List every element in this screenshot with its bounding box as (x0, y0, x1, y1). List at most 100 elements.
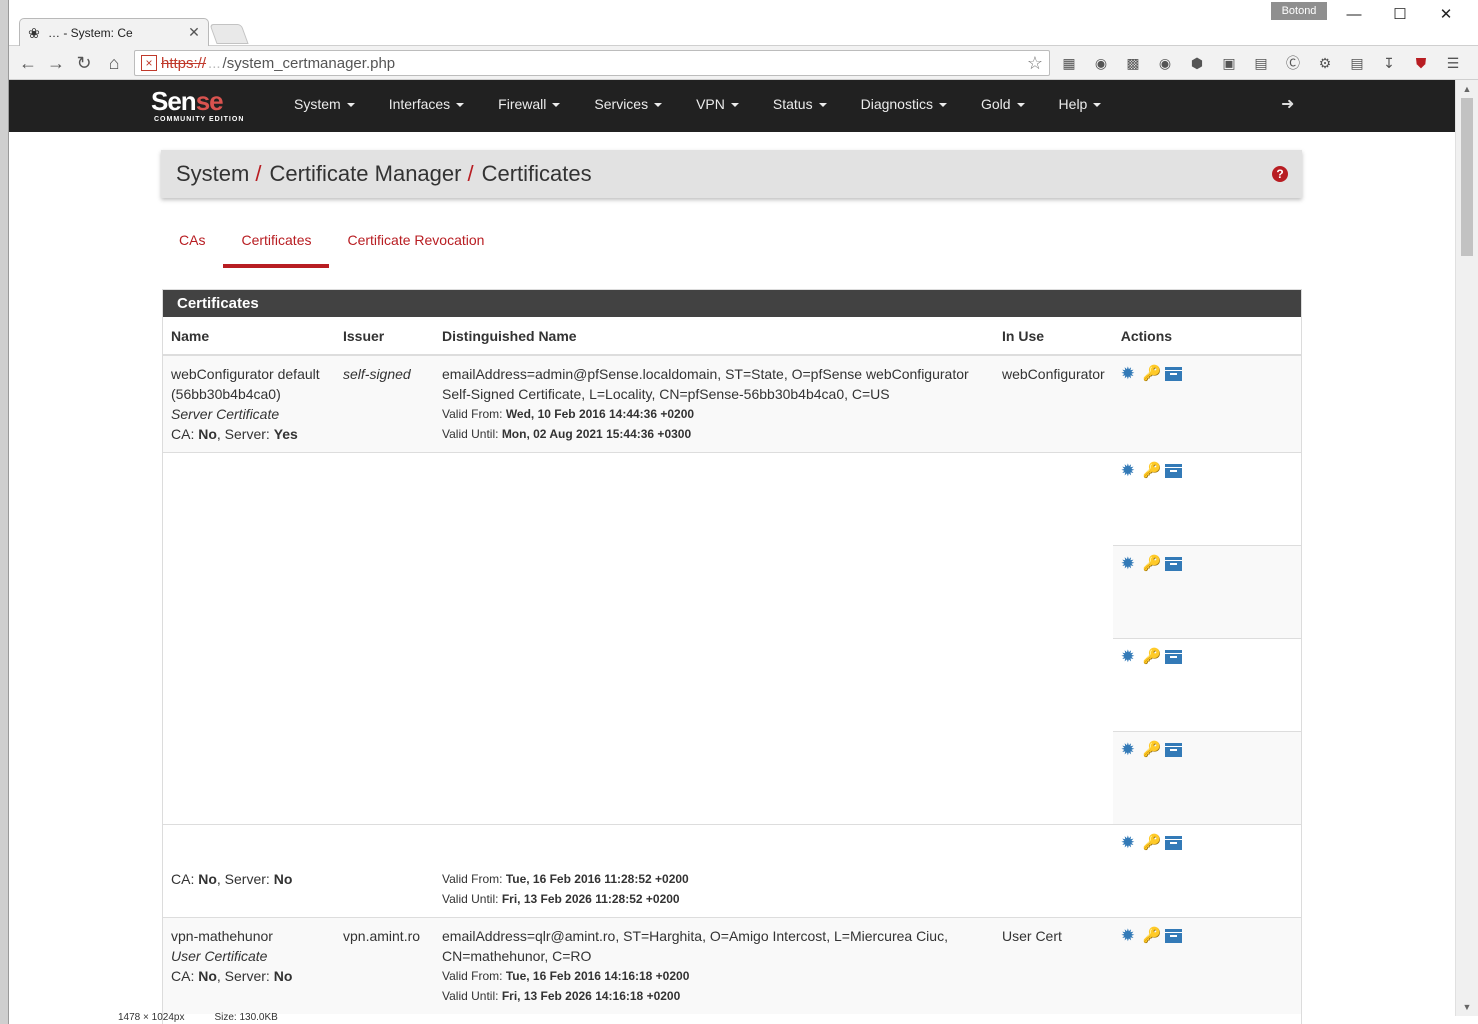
nav-services-label: Services (594, 96, 649, 112)
export-key-icon[interactable]: 🔑 (1143, 928, 1162, 944)
nav-firewall[interactable]: Firewall (483, 80, 579, 132)
settings-extension-icon[interactable]: ⚙ (1315, 53, 1335, 73)
cell-blank (163, 732, 1113, 825)
css-extension-icon[interactable]: ▤ (1251, 53, 1271, 73)
reload-icon[interactable]: ↻ (71, 50, 97, 76)
certificates-table: Name Issuer Distinguished Name In Use Ac… (163, 317, 1301, 1014)
breadcrumb: System / Certificate Manager / Certifica… (161, 150, 1302, 198)
valid-from: Valid From: Tue, 16 Feb 2016 11:28:52 +0… (442, 869, 986, 889)
tab-certificates[interactable]: Certificates (223, 224, 330, 268)
export-cert-gear-icon[interactable]: ✹ (1121, 927, 1137, 944)
forward-arrow-icon[interactable]: → (43, 50, 69, 76)
nav-system[interactable]: System (279, 80, 374, 132)
scrollbar-thumb[interactable] (1461, 98, 1473, 256)
nav-vpn[interactable]: VPN (681, 80, 758, 132)
nav-interfaces-label: Interfaces (388, 96, 451, 112)
page-scrollbar[interactable]: ▲ ▼ (1455, 80, 1478, 1016)
export-key-icon[interactable]: 🔑 (1143, 649, 1162, 665)
export-cert-gear-icon[interactable]: ✹ (1121, 365, 1137, 382)
valid-from-value: Tue, 16 Feb 2016 14:16:18 +0200 (505, 969, 690, 983)
browser-window: ❀ … - System: Ce ✕ Botond — ☐ ✕ ← → ↻ ⌂ … (8, 0, 1478, 1024)
nav-interfaces[interactable]: Interfaces (374, 80, 483, 132)
cert-flags: CA: No, Server: Yes (171, 424, 327, 444)
cert-flags: CA: No, Server: No (171, 966, 327, 986)
breadcrumb-certificate-manager[interactable]: Certificate Manager (269, 161, 461, 187)
cell-issuer: vpn.amint.ro (335, 917, 434, 1014)
nav-diagnostics[interactable]: Diagnostics (846, 80, 966, 132)
cell-actions: ✹ 🔑 (1112, 452, 1301, 546)
translate-extension-icon[interactable]: ▩ (1123, 53, 1143, 73)
window-extension-icon[interactable]: ▣ (1219, 53, 1239, 73)
caret-down-icon (1016, 103, 1025, 108)
valid-until-label: Valid Until: (442, 427, 499, 441)
ca-value: No (198, 426, 217, 442)
nav-menu: System Interfaces Firewall Services VPN … (279, 80, 1120, 132)
col-name: Name (163, 317, 335, 356)
incognito-extension-icon[interactable]: ◉ (1091, 53, 1111, 73)
close-window-button[interactable]: ✕ (1423, 4, 1469, 26)
cell-actions: ✹ 🔑 (1112, 545, 1301, 639)
export-cert-gear-icon[interactable]: ✹ (1121, 648, 1137, 665)
tab-certificate-revocation[interactable]: Certificate Revocation (329, 224, 502, 268)
download-extension-icon[interactable]: ↧ (1379, 53, 1399, 73)
ublock-extension-icon[interactable]: ⛊ (1411, 53, 1431, 73)
export-p12-archive-icon[interactable] (1164, 929, 1182, 943)
tab-cas[interactable]: CAs (161, 224, 223, 268)
browser-menu-icon[interactable]: ☰ (1443, 53, 1463, 73)
nav-services[interactable]: Services (579, 80, 681, 132)
export-cert-gear-icon[interactable]: ✹ (1121, 834, 1137, 851)
help-question-icon[interactable]: ? (1272, 166, 1288, 182)
browser-tab[interactable]: ❀ … - System: Ce ✕ (19, 18, 209, 46)
export-p12-archive-icon[interactable] (1164, 557, 1182, 571)
cell-in-use: User Cert (994, 917, 1113, 1014)
export-cert-gear-icon[interactable]: ✹ (1121, 555, 1137, 572)
page-extension-icon[interactable]: ▤ (1347, 53, 1367, 73)
export-p12-archive-icon[interactable] (1164, 650, 1182, 664)
ca-label: CA: (171, 426, 195, 442)
valid-until-label: Valid Until: (442, 892, 499, 906)
address-bar[interactable]: × https:// ... /system_certmanager.php ☆ (134, 50, 1050, 76)
table-row: ✹ 🔑 (163, 638, 1301, 732)
export-p12-archive-icon[interactable] (1164, 464, 1182, 478)
panel-title: Certificates (163, 290, 1301, 317)
minimize-button[interactable]: — (1331, 4, 1377, 26)
new-tab-button[interactable] (209, 24, 249, 44)
main-navbar: Sense COMMUNITY EDITION System Interface… (9, 80, 1455, 132)
close-tab-icon[interactable]: ✕ (186, 24, 202, 41)
breadcrumb-system[interactable]: System (176, 161, 249, 187)
qr-code-extension-icon[interactable]: ▦ (1059, 53, 1079, 73)
export-p12-archive-icon[interactable] (1164, 836, 1182, 850)
logout-icon[interactable]: ➜ (1281, 94, 1294, 114)
scroll-up-arrow-icon[interactable]: ▲ (1462, 84, 1472, 94)
export-cert-gear-icon[interactable]: ✹ (1121, 462, 1137, 479)
cert-type: User Certificate (171, 948, 268, 964)
pfsense-logo[interactable]: Sense COMMUNITY EDITION (151, 86, 269, 126)
insecure-lock-icon[interactable]: × (141, 55, 157, 71)
cube-extension-icon[interactable]: ⬢ (1187, 53, 1207, 73)
camera-extension-icon[interactable]: ◉ (1155, 53, 1175, 73)
export-key-icon[interactable]: 🔑 (1143, 835, 1162, 851)
export-cert-gear-icon[interactable]: ✹ (1121, 741, 1137, 758)
cell-actions: ✹ 🔑 (1112, 354, 1301, 453)
skype-extension-icon[interactable]: Ⓒ (1283, 53, 1303, 73)
export-key-icon[interactable]: 🔑 (1143, 742, 1162, 758)
export-key-icon[interactable]: 🔑 (1143, 463, 1162, 479)
maximize-button[interactable]: ☐ (1377, 4, 1423, 26)
export-p12-archive-icon[interactable] (1164, 367, 1182, 381)
nav-status[interactable]: Status (758, 80, 846, 132)
cert-flags: CA: No, Server: No (171, 869, 327, 889)
browser-tab-title: … - System: Ce (48, 25, 133, 40)
caret-down-icon (552, 103, 561, 108)
export-key-icon[interactable]: 🔑 (1143, 366, 1162, 382)
nav-gold[interactable]: Gold (966, 80, 1044, 132)
export-key-icon[interactable]: 🔑 (1143, 556, 1162, 572)
home-icon[interactable]: ⌂ (101, 50, 127, 76)
image-size: Size: 130.0KB (214, 1012, 278, 1023)
bookmark-star-icon[interactable]: ☆ (1027, 53, 1043, 74)
export-p12-archive-icon[interactable] (1164, 743, 1182, 757)
profile-badge[interactable]: Botond (1271, 2, 1327, 20)
back-arrow-icon[interactable]: ← (15, 50, 41, 76)
nav-help[interactable]: Help (1044, 80, 1121, 132)
scroll-down-arrow-icon[interactable]: ▼ (1462, 1002, 1472, 1012)
logo-wordmark: Sense (151, 86, 224, 116)
